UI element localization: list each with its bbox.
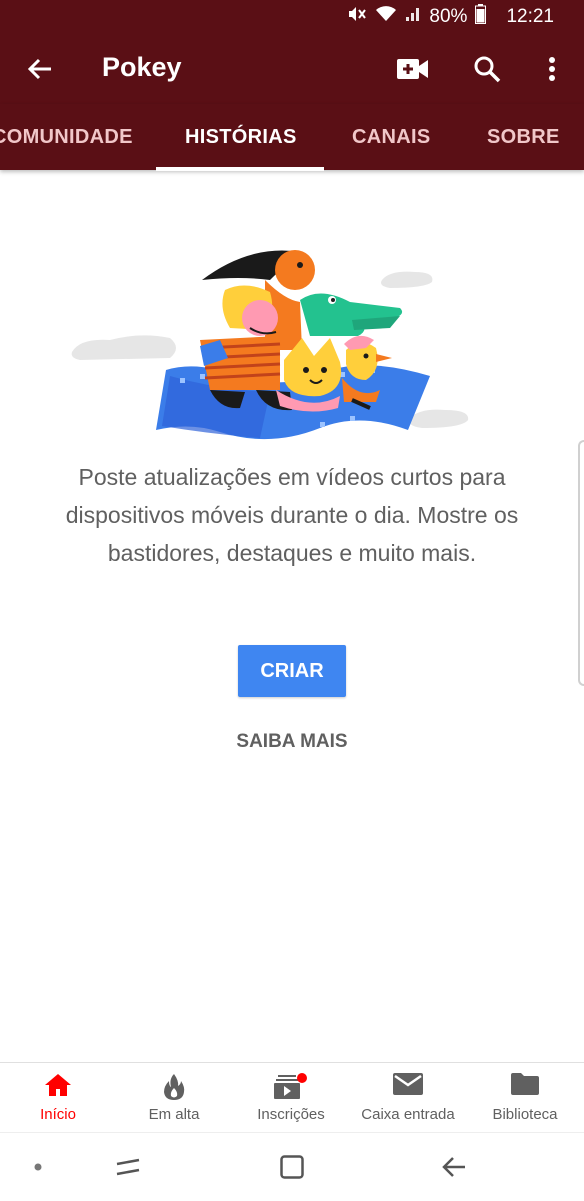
- subscriptions-icon: [274, 1073, 307, 1099]
- dot-indicator: [18, 1151, 58, 1183]
- battery-percent: 80%: [429, 6, 468, 27]
- home-icon: [45, 1074, 71, 1096]
- nav-label: Inscrições: [257, 1106, 325, 1123]
- more-options-button[interactable]: [532, 50, 572, 88]
- clock: 12:21: [506, 6, 554, 27]
- recent-apps-icon: [116, 1158, 140, 1176]
- wifi-icon: [375, 5, 397, 29]
- learn-more-button[interactable]: SAIBA MAIS: [192, 722, 392, 762]
- nav-label: Caixa entrada: [361, 1106, 455, 1123]
- channel-title: Pokey: [102, 52, 182, 82]
- nav-item-caixa-entrada[interactable]: Caixa entrada: [350, 1063, 466, 1133]
- home-button[interactable]: [272, 1151, 312, 1183]
- mail-icon: [393, 1073, 423, 1095]
- nav-label: Em alta: [148, 1106, 200, 1123]
- add-video-icon: [397, 59, 428, 79]
- search-button[interactable]: [467, 50, 507, 88]
- back-arrow-icon: [442, 1157, 465, 1177]
- nav-item-biblioteca[interactable]: Biblioteca: [467, 1063, 583, 1133]
- notification-badge: [297, 1073, 307, 1083]
- stories-description: Poste atualizações em vídeos curtos para…: [65, 464, 519, 566]
- trending-flame-icon: [164, 1074, 185, 1100]
- channel-tabs: COMUNIDADE HISTÓRIAS CANAIS SOBRE: [0, 104, 584, 171]
- nav-label: Início: [40, 1106, 76, 1123]
- back-button[interactable]: [20, 51, 60, 87]
- status-bar: 80% 12:21: [0, 0, 584, 34]
- more-vert-icon: [549, 57, 555, 81]
- active-tab-indicator: [156, 167, 324, 171]
- stories-illustration: [70, 240, 470, 460]
- nav-label: Biblioteca: [492, 1106, 558, 1123]
- nav-item-em-alta[interactable]: Em alta: [116, 1063, 232, 1133]
- folder-icon: [511, 1073, 539, 1095]
- nav-item-inscricoes[interactable]: Inscrições: [233, 1063, 349, 1133]
- mute-vibrate-icon: [347, 5, 367, 29]
- tab-sobre[interactable]: SOBRE: [487, 104, 560, 170]
- edge-panel-handle[interactable]: [578, 440, 584, 686]
- create-button[interactable]: CRIAR: [238, 645, 346, 697]
- back-nav-button[interactable]: [434, 1151, 474, 1183]
- app-bar: Pokey: [0, 34, 584, 104]
- nav-item-inicio[interactable]: Início: [0, 1063, 116, 1133]
- tab-canais[interactable]: CANAIS: [352, 104, 430, 170]
- arrow-back-icon: [27, 58, 51, 80]
- search-icon: [474, 56, 501, 83]
- battery-icon: [475, 4, 487, 30]
- signal-icon: [405, 6, 421, 28]
- status-icons: 80%: [347, 4, 487, 30]
- add-video-button[interactable]: [393, 50, 433, 88]
- tab-historias[interactable]: HISTÓRIAS: [185, 104, 297, 170]
- system-navigation-bar: [0, 1132, 584, 1201]
- recent-apps-button[interactable]: [108, 1151, 148, 1183]
- tab-comunidade[interactable]: COMUNIDADE: [0, 104, 133, 170]
- bottom-navigation: Início Em alta Inscrições Caixa entrada …: [0, 1062, 584, 1133]
- home-square-icon: [280, 1155, 304, 1179]
